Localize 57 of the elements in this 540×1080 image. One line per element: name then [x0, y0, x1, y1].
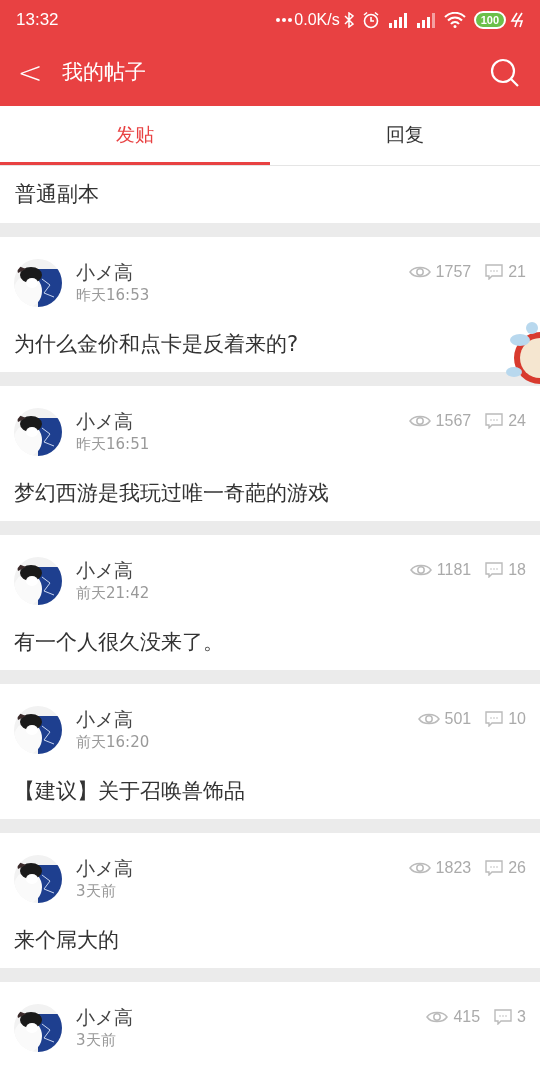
- view-count: 1181: [436, 560, 472, 580]
- comment-icon: [485, 562, 504, 578]
- comment-count: 26: [508, 858, 526, 878]
- alarm-icon: [361, 11, 380, 29]
- comment-icon: [485, 264, 504, 280]
- charging-icon: [510, 12, 524, 28]
- author-name[interactable]: 小メ高: [76, 1004, 133, 1030]
- comment-count: 18: [508, 560, 526, 580]
- bluetooth-icon: [343, 12, 354, 28]
- author-name[interactable]: 小メ高: [76, 557, 150, 583]
- post-title[interactable]: 普通副本: [15, 178, 99, 211]
- view-count: 1757: [435, 262, 472, 282]
- author-name[interactable]: 小メ高: [76, 408, 150, 434]
- author-name[interactable]: 小メ高: [76, 706, 150, 732]
- eye-icon: [409, 563, 432, 577]
- view-count: 1823: [435, 858, 472, 878]
- author-name[interactable]: 小メ高: [76, 855, 133, 881]
- comment-count: 3: [517, 1007, 526, 1027]
- battery-indicator: 100: [473, 11, 506, 29]
- view-count: 415: [453, 1007, 481, 1027]
- post-time: 3天前: [76, 1030, 117, 1050]
- comment-count: 10: [508, 709, 526, 729]
- back-button[interactable]: <: [16, 58, 44, 88]
- view-count: 501: [444, 709, 472, 729]
- comment-icon: [485, 413, 504, 429]
- eye-icon: [417, 712, 440, 726]
- post-title[interactable]: 来个屌大的: [14, 925, 119, 957]
- tab[interactable]: 回复: [270, 106, 540, 165]
- comment-count: 21: [508, 262, 526, 282]
- post-title[interactable]: 有一个人很久没来了。: [14, 627, 224, 659]
- comment-icon: [485, 711, 504, 727]
- comment-icon: [494, 1009, 513, 1025]
- wifi-icon: [443, 12, 466, 28]
- post-time: 前天16:20: [76, 732, 150, 752]
- post-title[interactable]: 【建议】关于召唤兽饰品: [14, 776, 245, 808]
- comment-icon: [485, 860, 504, 876]
- eye-icon: [408, 861, 431, 875]
- author-name[interactable]: 小メ高: [76, 259, 150, 285]
- eye-icon: [408, 414, 431, 428]
- signal-icon: [415, 12, 436, 28]
- post-time: 昨天16:51: [76, 434, 150, 454]
- search-icon[interactable]: [490, 58, 520, 88]
- post-title[interactable]: 为什么金价和点卡是反着来的?: [14, 329, 299, 361]
- eye-icon: [408, 265, 431, 279]
- post-time: 3天前: [76, 881, 117, 901]
- page-title: 我的帖子: [62, 59, 146, 87]
- comment-count: 24: [508, 411, 526, 431]
- view-count: 1567: [435, 411, 472, 431]
- post-time: 昨天16:53: [76, 285, 150, 305]
- status-time: 13:32: [16, 9, 59, 32]
- eye-icon: [426, 1010, 449, 1024]
- signal-icon: [387, 12, 408, 28]
- post-title[interactable]: 梦幻西游是我玩过唯一奇葩的游戏: [14, 478, 329, 510]
- network-speed: 0.0K/s: [294, 10, 340, 30]
- floating-mascot-icon[interactable]: [506, 320, 540, 386]
- status-dots-icon: [276, 18, 293, 22]
- post-time: 前天21:42: [76, 583, 150, 603]
